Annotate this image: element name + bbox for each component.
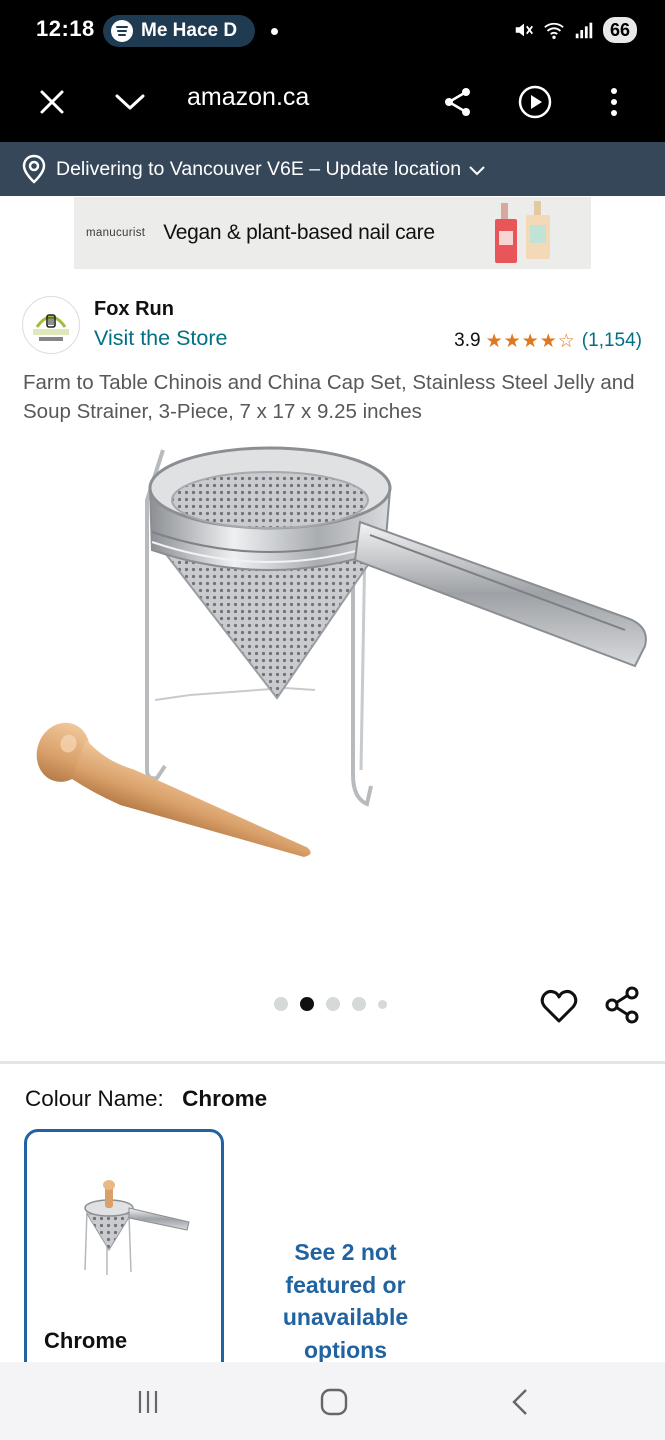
star-icon: ★ xyxy=(485,330,503,352)
brand-logo[interactable] xyxy=(22,296,80,354)
recents-button[interactable] xyxy=(128,1382,168,1422)
signal-icon xyxy=(575,22,593,39)
media-pill[interactable]: Me Hace D xyxy=(103,15,255,47)
brand-name: Fox Run xyxy=(94,298,174,320)
nail-polish-bottles-image xyxy=(495,201,550,263)
back-icon xyxy=(512,1389,527,1415)
rating-summary[interactable]: 3.9 ★ ★ ★ ★ ☆ (1,154) xyxy=(454,330,642,352)
star-icon: ★ xyxy=(521,330,539,352)
spotify-icon xyxy=(111,20,133,42)
system-navigation-bar xyxy=(0,1362,665,1440)
image-carousel-dots xyxy=(274,997,387,1011)
battery-indicator: 66 xyxy=(602,17,637,43)
carousel-dot[interactable] xyxy=(326,997,340,1011)
delivery-text: Delivering to Vancouver V6E – Update loc… xyxy=(56,157,462,180)
swatch-thumbnail xyxy=(84,1180,190,1275)
recents-icon xyxy=(138,1391,158,1413)
heart-icon xyxy=(540,989,578,1023)
back-button[interactable] xyxy=(500,1382,540,1422)
browser-bar: amazon.ca xyxy=(0,62,665,142)
section-divider xyxy=(0,1061,665,1064)
wifi-icon xyxy=(544,22,564,39)
carousel-dot[interactable] xyxy=(378,999,387,1009)
play-button[interactable] xyxy=(515,82,555,122)
chevron-down-icon xyxy=(115,94,145,110)
home-icon xyxy=(320,1388,348,1416)
url-text[interactable]: amazon.ca xyxy=(187,83,309,112)
media-title: Me Hace D xyxy=(141,20,238,41)
delivery-location-bar[interactable]: Delivering to Vancouver V6E – Update loc… xyxy=(0,142,665,196)
home-button[interactable] xyxy=(314,1382,354,1422)
share-icon xyxy=(605,986,639,1024)
carousel-dot[interactable] xyxy=(274,997,288,1011)
visit-store-link[interactable]: Visit the Store xyxy=(94,326,227,351)
chevron-down-icon xyxy=(469,165,485,175)
colour-selection-header: Colour Name: Chrome xyxy=(25,1086,267,1112)
status-icons: 66 xyxy=(513,17,637,43)
location-pin-icon xyxy=(22,154,46,184)
star-rating: ★ ★ ★ ★ ☆ xyxy=(486,332,575,351)
more-vert-icon xyxy=(611,88,617,116)
share-product-button[interactable] xyxy=(603,985,643,1025)
sponsored-ad-banner[interactable]: manucurist Vegan & plant-based nail care xyxy=(74,197,591,269)
ad-brand: manucurist xyxy=(86,227,146,239)
more-options-button[interactable] xyxy=(594,82,634,122)
swatch-label: Chrome xyxy=(44,1328,128,1353)
collapse-button[interactable] xyxy=(110,82,150,122)
close-button[interactable] xyxy=(32,82,72,122)
rating-value: 3.9 xyxy=(454,330,481,351)
product-title: Farm to Table Chinois and China Cap Set,… xyxy=(23,371,635,423)
colour-label: Colour Name: xyxy=(25,1086,164,1111)
notification-dot-icon xyxy=(271,28,278,35)
share-page-button[interactable] xyxy=(438,82,478,122)
play-icon xyxy=(518,85,552,119)
carousel-dot[interactable] xyxy=(352,997,366,1011)
product-image[interactable] xyxy=(15,440,655,940)
rating-count: (1,154) xyxy=(581,330,642,351)
star-icon: ★ xyxy=(539,330,557,352)
fox-run-logo-icon xyxy=(33,314,69,341)
colour-swatch-chrome[interactable]: Chrome xyxy=(24,1129,224,1389)
carousel-dot-active[interactable] xyxy=(300,997,314,1011)
see-unavailable-options-link[interactable]: See 2 not featured or unavailable option… xyxy=(258,1236,433,1366)
add-to-wishlist-button[interactable] xyxy=(539,986,579,1026)
star-icon: ★ xyxy=(503,330,521,352)
star-outline-icon: ☆ xyxy=(557,330,575,352)
status-time: 12:18 xyxy=(36,16,95,41)
close-icon xyxy=(40,90,64,114)
mute-icon xyxy=(515,23,533,37)
colour-value: Chrome xyxy=(182,1086,268,1111)
share-icon xyxy=(445,88,470,116)
status-bar: 12:18 Me Hace D 66 xyxy=(0,0,665,62)
ad-title: Vegan & plant-based nail care xyxy=(163,221,435,244)
